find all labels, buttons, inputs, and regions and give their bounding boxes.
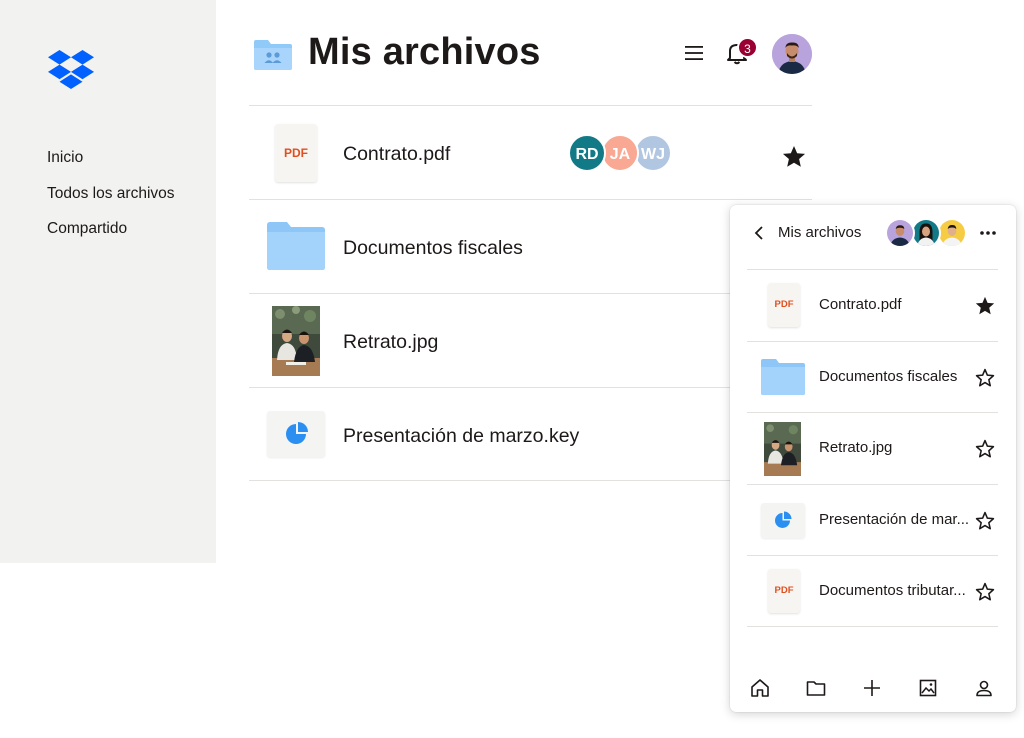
collaborator-avatar-wj: WJ [634,134,672,172]
sidebar-item-inicio[interactable]: Inicio [47,148,175,168]
user-avatar-icon [772,34,812,74]
sidebar: Inicio Todos los archivos Compartido [0,0,216,563]
pdf-label: PDF [284,146,308,160]
account-icon[interactable] [973,677,995,699]
pie-chart-icon [775,511,792,528]
keynote-pie-icon [267,411,325,457]
more-options-icon[interactable] [978,223,998,243]
star-filled-icon[interactable] [974,295,996,317]
mobile-tab-bar [730,667,1016,712]
page-title: Mis archivos [308,31,541,73]
notification-badge: 3 [737,37,758,58]
star-outline-icon[interactable] [974,438,996,460]
dropbox-logo-icon[interactable] [48,50,94,90]
mobile-file-list: PDF Contrato.pdf Documentos fiscales Ret… [747,269,998,627]
mobile-file-row[interactable]: PDF Contrato.pdf [747,269,998,341]
mobile-title: Mis archivos [778,224,862,241]
plus-icon[interactable] [861,677,883,699]
collaborator-avatar-ja: JA [601,134,639,172]
sidebar-item-todos-los-archivos[interactable]: Todos los archivos [47,184,175,204]
menu-icon[interactable] [684,43,704,63]
home-icon[interactable] [749,677,771,699]
mobile-file-row[interactable]: Retrato.jpg [747,412,998,484]
collaborator-avatar [911,218,941,248]
person-avatar-icon [913,220,939,246]
photo-thumbnail [764,422,801,476]
person-avatar-icon [939,220,965,246]
folder-icon[interactable] [805,677,827,699]
file-name[interactable]: Contrato.pdf [343,142,450,166]
file-name[interactable]: Contrato.pdf [819,295,902,315]
pie-chart-icon [286,422,308,444]
file-name[interactable]: Documentos fiscales [343,236,523,260]
folder-icon [267,222,325,270]
pdf-icon: PDF [275,124,317,182]
file-list: PDF Contrato.pdf RD JA WJ Documentos fis… [249,105,812,481]
photo-thumbnail [272,306,320,376]
file-row-contrato[interactable]: PDF Contrato.pdf RD JA WJ [249,105,812,199]
star-outline-icon[interactable] [974,510,996,532]
photos-icon[interactable] [917,677,939,699]
sidebar-nav: Inicio Todos los archivos Compartido [47,148,175,255]
chevron-left-icon[interactable] [752,225,766,241]
file-name[interactable]: Presentación de mar... [819,510,969,530]
mobile-preview-panel: Mis archivos PDF Contrato.pdf Documentos… [730,205,1016,712]
collaborator-avatar-rd: RD [568,134,606,172]
file-row-presentacion[interactable]: Presentación de marzo.key [249,387,812,481]
star-outline-icon[interactable] [974,367,996,389]
file-name[interactable]: Documentos fiscales [819,367,957,387]
mobile-file-row[interactable]: Presentación de mar... [747,483,998,556]
pdf-icon: PDF [768,569,800,613]
mobile-file-row[interactable]: Documentos fiscales [747,340,998,413]
file-row-retrato[interactable]: Retrato.jpg [249,293,812,387]
mobile-file-row[interactable]: PDF Documentos tributar... [747,555,998,627]
sidebar-item-compartido[interactable]: Compartido [47,219,175,239]
shared-folder-icon [254,40,292,70]
star-filled-icon[interactable] [781,144,807,170]
file-row-documentos-fiscales[interactable]: Documentos fiscales [249,199,812,293]
pdf-icon: PDF [768,283,800,327]
pdf-label: PDF [774,585,794,596]
keynote-pie-icon [761,502,805,538]
avatar[interactable] [772,34,812,74]
star-outline-icon[interactable] [974,581,996,603]
file-name[interactable]: Retrato.jpg [819,438,892,458]
folder-icon [761,358,805,395]
collaborator-avatar [937,218,967,248]
person-avatar-icon [887,220,913,246]
file-name[interactable]: Retrato.jpg [343,330,438,354]
pdf-label: PDF [774,299,794,310]
collaborator-avatar [885,218,915,248]
file-name[interactable]: Presentación de marzo.key [343,424,579,448]
file-name[interactable]: Documentos tributar... [819,581,966,601]
